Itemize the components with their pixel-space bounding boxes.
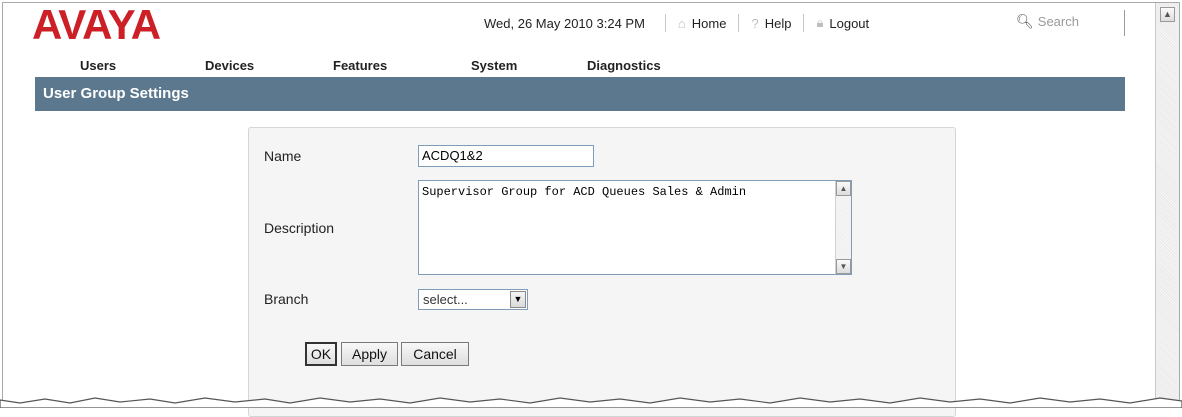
scroll-down-icon[interactable]: ▼ — [836, 259, 851, 274]
branch-select[interactable]: select... ▼ — [418, 289, 528, 310]
torn-edge — [0, 397, 1182, 408]
chevron-down-icon[interactable]: ▼ — [510, 291, 526, 308]
search-placeholder: Search — [1037, 13, 1079, 29]
home-icon: ⌂ — [677, 15, 686, 31]
description-scrollbar[interactable]: ▲ ▼ — [835, 181, 851, 274]
cancel-button[interactable]: Cancel — [401, 342, 469, 366]
branch-label: Branch — [264, 291, 309, 307]
top-links: Wed, 26 May 2010 3:24 PM ⌂ Home ? Help 🔒… — [484, 13, 873, 33]
separator — [738, 14, 740, 32]
logout-link-label: Logout — [829, 15, 870, 31]
help-link-label: Help — [764, 15, 792, 31]
help-icon: ? — [751, 15, 759, 31]
datetime-text: Wed, 26 May 2010 3:24 PM — [484, 15, 645, 31]
home-link-label: Home — [691, 15, 727, 31]
search-box[interactable]: 🔍︎ Search — [1016, 10, 1122, 32]
description-text: Supervisor Group for ACD Queues Sales & … — [422, 185, 747, 199]
search-icon: 🔍︎ — [1016, 12, 1034, 29]
nav-item-system[interactable]: System — [471, 58, 517, 73]
nav-item-devices[interactable]: Devices — [205, 58, 254, 73]
scroll-up-icon[interactable]: ▲ — [836, 181, 851, 196]
apply-button[interactable]: Apply — [341, 342, 398, 366]
name-field[interactable]: ACDQ1&2 — [418, 145, 594, 167]
header-divider — [1124, 10, 1125, 36]
ok-button[interactable]: OK — [305, 342, 337, 366]
home-link[interactable]: ⌂ Home — [674, 16, 731, 31]
nav-item-features[interactable]: Features — [333, 58, 387, 73]
branch-select-value: select... — [423, 292, 468, 307]
description-field[interactable]: Supervisor Group for ACD Queues Sales & … — [418, 180, 852, 275]
page-scrollbar[interactable]: ▲ — [1155, 3, 1179, 405]
lock-icon: 🔒︎ — [816, 15, 824, 30]
scroll-up-arrow-icon[interactable]: ▲ — [1160, 7, 1175, 22]
nav-item-users[interactable]: Users — [80, 58, 116, 73]
page-title: User Group Settings — [35, 77, 1125, 111]
nav-item-diagnostics[interactable]: Diagnostics — [587, 58, 661, 73]
name-label: Name — [264, 148, 302, 164]
logout-link[interactable]: 🔒︎ Logout — [812, 15, 873, 31]
avaya-logo: AVAYA — [32, 1, 161, 48]
separator — [664, 14, 666, 32]
help-link[interactable]: ? Help — [747, 16, 795, 31]
description-label: Description — [264, 220, 335, 236]
separator — [803, 14, 805, 32]
